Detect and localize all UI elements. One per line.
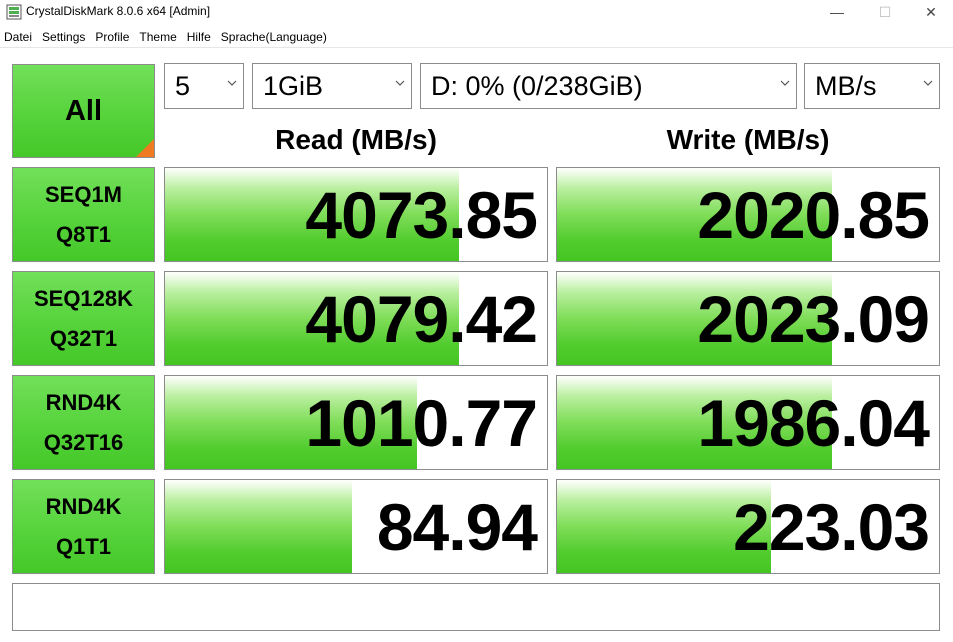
test-size-select[interactable]: 1GiB: [252, 63, 412, 109]
comment-input[interactable]: [12, 583, 940, 631]
write-value: 2023.09: [697, 281, 930, 356]
drive-value: D: 0% (0/238GiB): [431, 70, 643, 101]
menu-item-hilfe[interactable]: Hilfe: [182, 30, 216, 44]
read-bar: [165, 480, 353, 573]
chevron-down-icon: [780, 80, 790, 86]
test-count-select[interactable]: 5: [164, 63, 244, 109]
test-button-seq128k-q32t1[interactable]: SEQ128K Q32T1: [12, 271, 155, 366]
write-column-header: Write (MB/s): [666, 124, 830, 155]
test-queue: Q1T1: [55, 533, 112, 559]
read-value: 4079.42: [305, 281, 538, 356]
corner-indicator-icon: [136, 139, 154, 157]
test-count-value: 5: [175, 70, 191, 101]
test-queue: Q32T16: [43, 429, 124, 455]
chevron-down-icon: [923, 80, 933, 86]
read-column-header: Read (MB/s): [275, 124, 437, 155]
app-disk-icon: [6, 4, 22, 20]
all-button-label: All: [64, 94, 103, 127]
title-bar: CrystalDiskMark 8.0.6 x64 [Admin] — ☐ ✕: [0, 0, 953, 26]
read-result-seq128k: 4079.42: [164, 271, 548, 366]
test-name: SEQ128K: [33, 285, 134, 311]
unit-value: MB/s: [815, 70, 877, 101]
menu-item-language[interactable]: Sprache(Language): [216, 30, 332, 44]
write-value: 1986.04: [697, 385, 930, 460]
drive-select[interactable]: D: 0% (0/238GiB): [420, 63, 797, 109]
test-name: RND4K: [45, 389, 122, 415]
chevron-down-icon: [395, 80, 405, 86]
write-result-seq1m: 2020.85: [556, 167, 940, 262]
test-queue: Q32T1: [49, 325, 118, 351]
test-name: RND4K: [45, 493, 122, 519]
test-button-rnd4k-q1t1[interactable]: RND4K Q1T1: [12, 479, 155, 574]
close-button[interactable]: ✕: [908, 0, 953, 24]
read-result-rnd4k-q1t1: 84.94: [164, 479, 548, 574]
write-value: 2020.85: [697, 177, 930, 252]
menu-bar: Datei Settings Profile Theme Hilfe Sprac…: [0, 26, 953, 48]
test-size-value: 1GiB: [263, 70, 324, 101]
chevron-down-icon: [227, 80, 237, 86]
write-result-rnd4k-q1t1: 223.03: [556, 479, 940, 574]
all-button[interactable]: All: [12, 64, 155, 158]
menu-item-datei[interactable]: Datei: [0, 30, 37, 44]
menu-item-settings[interactable]: Settings: [37, 30, 90, 44]
read-value: 4073.85: [305, 177, 538, 252]
write-value: 223.03: [733, 489, 930, 564]
test-queue: Q8T1: [55, 221, 112, 247]
minimize-button[interactable]: —: [814, 0, 860, 24]
menu-item-profile[interactable]: Profile: [90, 30, 134, 44]
test-name: SEQ1M: [44, 181, 123, 207]
window-title: CrystalDiskMark 8.0.6 x64 [Admin]: [26, 4, 211, 18]
read-value: 1010.77: [305, 385, 538, 460]
write-result-rnd4k-q32t16: 1986.04: [556, 375, 940, 470]
read-value: 84.94: [376, 489, 538, 564]
crystaldiskmark-window: CrystalDiskMark 8.0.6 x64 [Admin] — ☐ ✕ …: [0, 0, 953, 642]
unit-select[interactable]: MB/s: [804, 63, 940, 109]
read-result-rnd4k-q32t16: 1010.77: [164, 375, 548, 470]
write-result-seq128k: 2023.09: [556, 271, 940, 366]
test-button-seq1m-q8t1[interactable]: SEQ1M Q8T1: [12, 167, 155, 262]
maximize-button[interactable]: ☐: [862, 0, 908, 24]
read-result-seq1m: 4073.85: [164, 167, 548, 262]
test-button-rnd4k-q32t16[interactable]: RND4K Q32T16: [12, 375, 155, 470]
menu-item-theme[interactable]: Theme: [134, 30, 181, 44]
